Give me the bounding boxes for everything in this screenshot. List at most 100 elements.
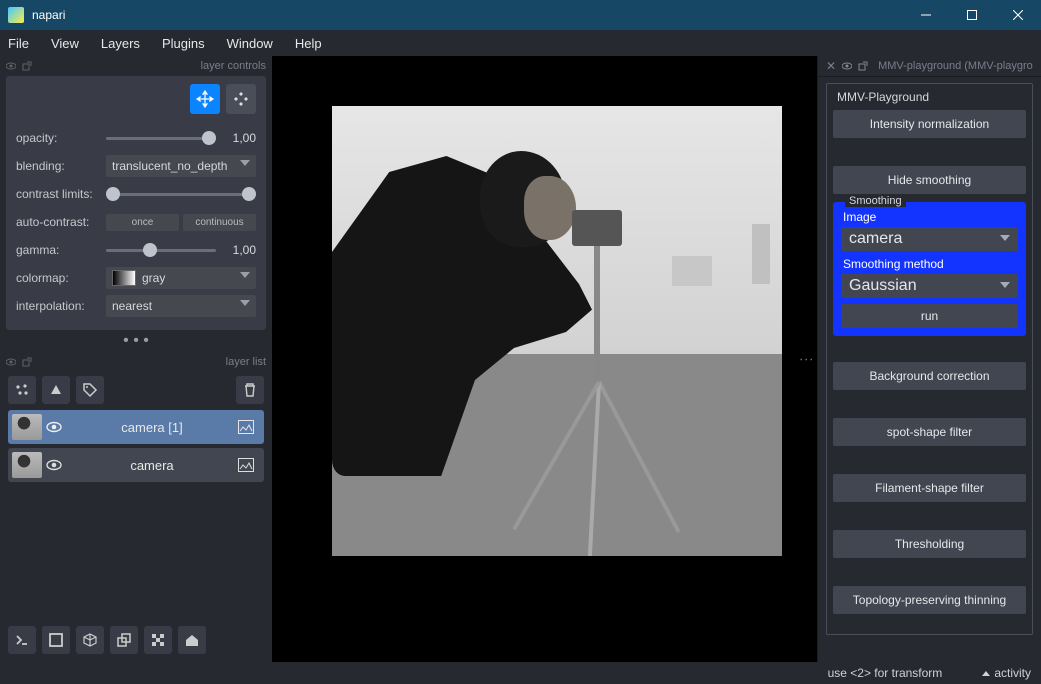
chevron-down-icon — [1000, 235, 1010, 241]
topology-thinning-button[interactable]: Topology-preserving thinning — [833, 586, 1026, 614]
colormap-select[interactable]: gray — [106, 267, 256, 289]
viewer-canvas[interactable]: ⋮ — [272, 56, 817, 662]
image-layer-icon — [238, 458, 264, 472]
move-arrows-icon — [196, 90, 214, 108]
chevron-down-icon — [240, 300, 250, 306]
chevron-down-icon — [240, 160, 250, 166]
console-button[interactable] — [8, 626, 36, 654]
smoothing-method-select[interactable]: Gaussian — [841, 274, 1018, 298]
popout-icon[interactable] — [22, 61, 32, 71]
transform-button[interactable] — [226, 84, 256, 114]
colormap-swatch-icon — [112, 270, 136, 286]
home-button[interactable] — [178, 626, 206, 654]
eye-icon[interactable] — [6, 61, 16, 71]
ndisplay-button[interactable] — [42, 626, 70, 654]
square-icon — [48, 632, 64, 648]
hide-smoothing-button[interactable]: Hide smoothing — [833, 166, 1026, 194]
filament-shape-filter-button[interactable]: Filament-shape filter — [833, 474, 1026, 502]
layer-item[interactable]: camera — [8, 448, 264, 482]
interpolation-label: interpolation: — [16, 299, 100, 313]
status-hint: use <2> for transform — [828, 666, 943, 680]
grid-button[interactable] — [144, 626, 172, 654]
new-points-button[interactable] — [8, 376, 36, 404]
menu-window[interactable]: Window — [227, 36, 273, 51]
dock-grip-icon[interactable]: ⋮ — [799, 353, 815, 366]
menu-file[interactable]: File — [8, 36, 29, 51]
auto-contrast-continuous-button[interactable]: continuous — [183, 214, 256, 231]
chevron-down-icon — [1000, 282, 1010, 288]
maximize-icon — [967, 10, 977, 20]
app-logo-icon — [8, 7, 24, 23]
colormap-label: colormap: — [16, 271, 100, 285]
console-icon — [14, 632, 30, 648]
blending-select[interactable]: translucent_no_depth — [106, 155, 256, 177]
smoothing-image-value: camera — [849, 230, 902, 248]
plugin-tab-title: MMV-playground (MMV-playgro — [878, 60, 1033, 72]
image-display — [332, 106, 782, 556]
gamma-slider[interactable] — [106, 241, 216, 259]
transpose-dims-button[interactable] — [110, 626, 138, 654]
close-button[interactable] — [995, 0, 1041, 30]
menu-view[interactable]: View — [51, 36, 79, 51]
plugin-panel: MMV-Playground Intensity normalization H… — [826, 83, 1033, 635]
popout-icon[interactable] — [22, 357, 32, 367]
points-icon — [14, 382, 30, 398]
layer-controls-title: layer controls — [201, 60, 266, 72]
menu-bar: File View Layers Plugins Window Help — [0, 30, 1041, 56]
opacity-value: 1,00 — [222, 131, 256, 145]
image-layer-icon — [238, 420, 264, 434]
contrast-limits-label: contrast limits: — [16, 187, 100, 201]
transform-icon — [232, 90, 250, 108]
popout-icon[interactable] — [858, 61, 868, 71]
close-icon — [1013, 10, 1023, 20]
eye-icon[interactable] — [842, 61, 852, 71]
plugin-title: MMV-Playground — [837, 90, 1026, 104]
new-shapes-button[interactable] — [42, 376, 70, 404]
intensity-normalization-button[interactable]: Intensity normalization — [833, 110, 1026, 138]
plugin-dock-header: ✕ MMV-playground (MMV-playgro — [818, 56, 1041, 77]
layer-visibility-toggle[interactable] — [46, 459, 66, 471]
background-correction-button[interactable]: Background correction — [833, 362, 1026, 390]
contrast-limits-slider[interactable] — [106, 185, 256, 203]
chevron-down-icon — [240, 272, 250, 278]
dock-close-icon[interactable]: ✕ — [826, 59, 836, 73]
trash-icon — [242, 382, 258, 398]
layer-controls-header: layer controls — [0, 56, 272, 76]
layer-item[interactable]: camera [1] — [8, 410, 264, 444]
menu-plugins[interactable]: Plugins — [162, 36, 205, 51]
interpolation-select[interactable]: nearest — [106, 295, 256, 317]
status-bar: use <2> for transform activity — [0, 662, 1041, 684]
roll-dims-button[interactable] — [76, 626, 104, 654]
viewer-buttons — [0, 618, 272, 662]
cube-icon — [82, 632, 98, 648]
auto-contrast-once-button[interactable]: once — [106, 214, 179, 231]
pan-zoom-button[interactable] — [190, 84, 220, 114]
home-icon — [184, 632, 200, 648]
eye-icon[interactable] — [6, 357, 16, 367]
layer-list-header: layer list — [0, 352, 272, 372]
spot-shape-filter-button[interactable]: spot-shape filter — [833, 418, 1026, 446]
thresholding-button[interactable]: Thresholding — [833, 530, 1026, 558]
window-title: napari — [32, 8, 903, 22]
eye-icon — [46, 459, 62, 471]
panel-drag-handle[interactable]: • • • — [0, 330, 272, 352]
shapes-icon — [48, 382, 64, 398]
interpolation-value: nearest — [112, 299, 152, 313]
menu-layers[interactable]: Layers — [101, 36, 140, 51]
minimize-button[interactable] — [903, 0, 949, 30]
smoothing-run-button[interactable]: run — [841, 304, 1018, 328]
caret-up-icon — [982, 671, 990, 676]
new-labels-button[interactable] — [76, 376, 104, 404]
activity-button[interactable]: activity — [994, 666, 1031, 680]
smoothing-group: Smoothing Image camera Smoothing method … — [833, 202, 1026, 336]
menu-help[interactable]: Help — [295, 36, 322, 51]
delete-layer-button[interactable] — [236, 376, 264, 404]
smoothing-image-select[interactable]: camera — [841, 227, 1018, 251]
layer-list-title: layer list — [226, 356, 266, 368]
layer-thumbnail — [12, 452, 42, 478]
layer-list-toolbar — [0, 372, 272, 408]
opacity-slider[interactable] — [106, 129, 216, 147]
maximize-button[interactable] — [949, 0, 995, 30]
layer-name: camera — [66, 458, 238, 473]
layer-visibility-toggle[interactable] — [46, 421, 66, 433]
